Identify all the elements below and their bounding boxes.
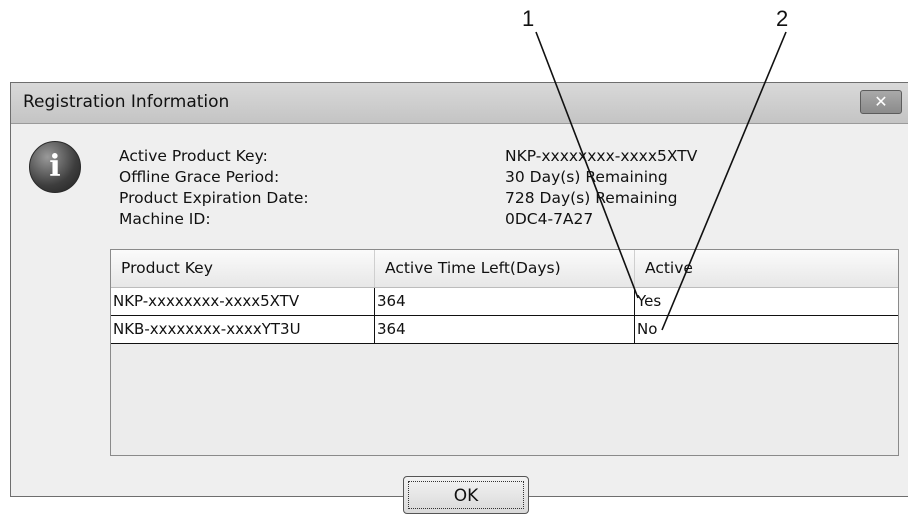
callout-leader-lines	[535, 31, 787, 331]
callout-2-leader	[661, 31, 787, 331]
callout-1-leader	[535, 31, 639, 299]
